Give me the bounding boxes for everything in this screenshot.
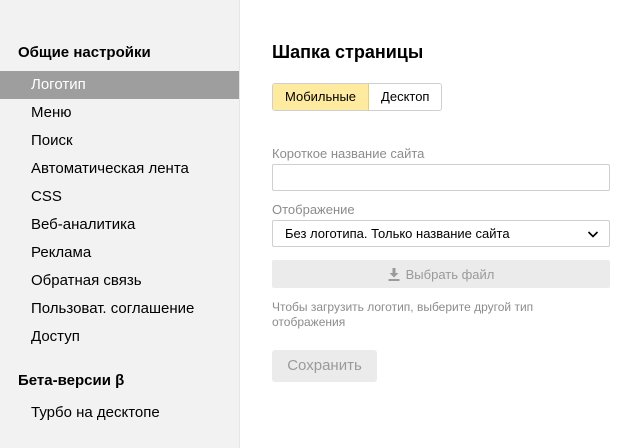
sidebar-item-ads[interactable]: Реклама bbox=[0, 239, 239, 267]
sidebar-section-title-beta: Бета-версии β bbox=[18, 372, 125, 389]
display-label: Отображение bbox=[272, 202, 355, 217]
sidebar-item-user-agreement[interactable]: Пользоват. соглашение bbox=[0, 295, 239, 323]
sidebar-item-auto-feed[interactable]: Автоматическая лента bbox=[0, 155, 239, 183]
short-name-label: Короткое название сайта bbox=[272, 146, 425, 161]
platform-tabs: Мобильные Десктоп bbox=[272, 83, 443, 111]
sidebar-item-feedback[interactable]: Обратная связь bbox=[0, 267, 239, 295]
sidebar-item-logo[interactable]: Логотип bbox=[0, 71, 239, 99]
sidebar-item-access[interactable]: Доступ bbox=[0, 323, 239, 351]
choose-file-label: Выбрать файл bbox=[405, 266, 495, 282]
sidebar-item-search[interactable]: Поиск bbox=[0, 127, 239, 155]
sidebar-section-title-general: Общие настройки bbox=[18, 44, 151, 61]
display-select[interactable]: Без логотипа. Только название сайта bbox=[272, 220, 610, 247]
sidebar-item-turbo-desktop[interactable]: Турбо на десктопе bbox=[0, 399, 239, 427]
tab-mobile[interactable]: Мобильные bbox=[273, 84, 370, 110]
sidebar-item-css[interactable]: CSS bbox=[0, 183, 239, 211]
chevron-down-icon bbox=[587, 231, 599, 238]
sidebar: Общие настройки Логотип Меню Поиск Автом… bbox=[0, 0, 240, 448]
save-button[interactable]: Сохранить bbox=[272, 350, 377, 382]
download-icon bbox=[388, 267, 400, 281]
display-select-value: Без логотипа. Только название сайта bbox=[285, 226, 510, 241]
upload-hint: Чтобы загрузить логотип, выберите другой… bbox=[272, 300, 534, 329]
main-panel: Шапка страницы Мобильные Десктоп Коротко… bbox=[240, 0, 628, 448]
short-name-input[interactable] bbox=[272, 164, 610, 191]
sidebar-item-menu[interactable]: Меню bbox=[0, 99, 239, 127]
sidebar-item-web-analytics[interactable]: Веб-аналитика bbox=[0, 211, 239, 239]
tab-desktop[interactable]: Десктоп bbox=[369, 84, 442, 110]
choose-file-button[interactable]: Выбрать файл bbox=[272, 260, 610, 288]
page-title: Шапка страницы bbox=[272, 42, 424, 62]
